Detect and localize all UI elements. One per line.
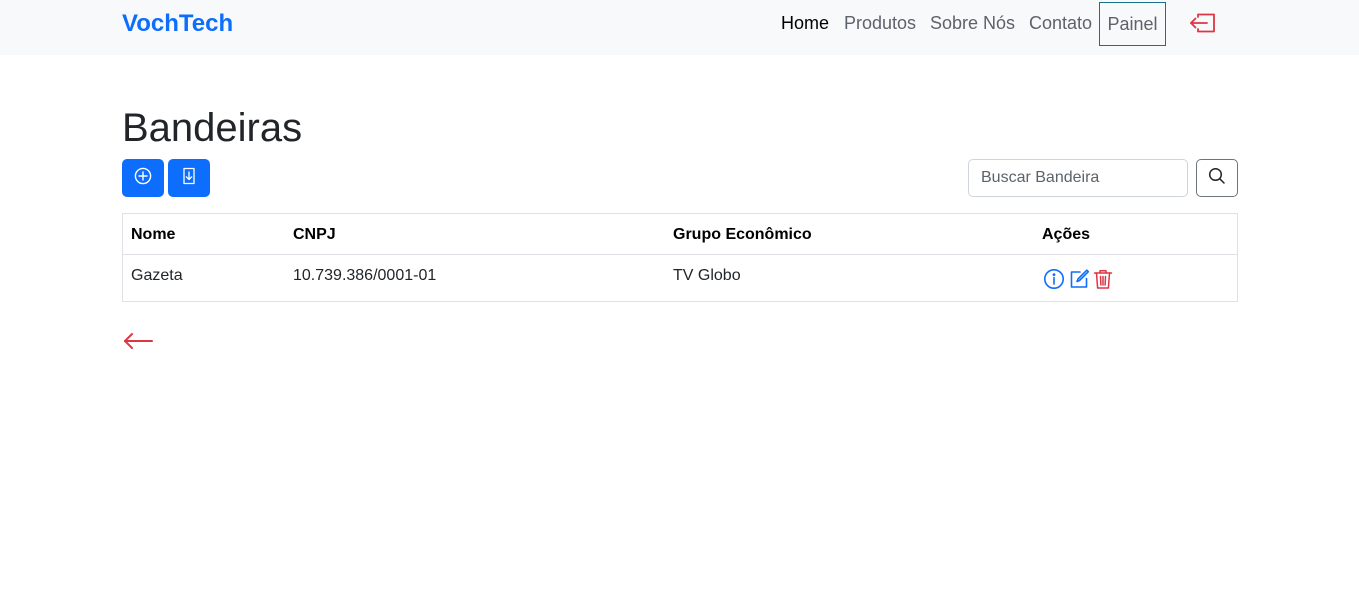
column-header-nome: Nome	[131, 226, 176, 243]
arrow-left-icon[interactable]	[122, 329, 154, 353]
pencil-square-icon[interactable]	[1067, 267, 1091, 291]
trash-icon[interactable]	[1091, 267, 1115, 291]
row-actions	[1042, 267, 1115, 291]
cell-nome: Gazeta	[131, 267, 183, 284]
nav-link-home[interactable]: Home	[781, 12, 829, 34]
table-header-row: Nome CNPJ Grupo Econômico Ações	[123, 214, 1237, 255]
nav-link-produtos[interactable]: Produtos	[844, 12, 916, 34]
nav-link-contato[interactable]: Contato	[1029, 12, 1092, 34]
plus-circle-icon	[134, 167, 152, 190]
info-circle-icon[interactable]	[1042, 267, 1066, 291]
brand-logo[interactable]: VochTech	[122, 9, 233, 39]
column-header-cnpj: CNPJ	[293, 226, 336, 243]
add-bandeira-button[interactable]	[122, 159, 164, 197]
search-button[interactable]	[1196, 159, 1238, 197]
bandeiras-table: Nome CNPJ Grupo Econômico Ações Gazeta 1…	[122, 213, 1238, 302]
cell-cnpj: 10.739.386/0001-01	[293, 267, 437, 284]
box-arrow-left-icon[interactable]	[1188, 11, 1216, 35]
search-icon	[1208, 167, 1226, 190]
cell-grupo: TV Globo	[673, 267, 741, 284]
search-input[interactable]	[968, 159, 1188, 197]
navbar: VochTech Home Produtos Sobre Nós Contato…	[0, 0, 1359, 55]
export-button[interactable]	[168, 159, 210, 197]
column-header-grupo: Grupo Econômico	[673, 226, 812, 243]
column-header-acoes: Ações	[1042, 226, 1091, 243]
nav-link-painel[interactable]: Painel	[1099, 2, 1166, 46]
table-row: Gazeta 10.739.386/0001-01 TV Globo	[123, 255, 1237, 301]
page-title: Bandeiras	[122, 106, 303, 150]
nav-link-sobre-nos[interactable]: Sobre Nós	[930, 12, 1015, 34]
file-arrow-down-icon	[181, 167, 197, 190]
